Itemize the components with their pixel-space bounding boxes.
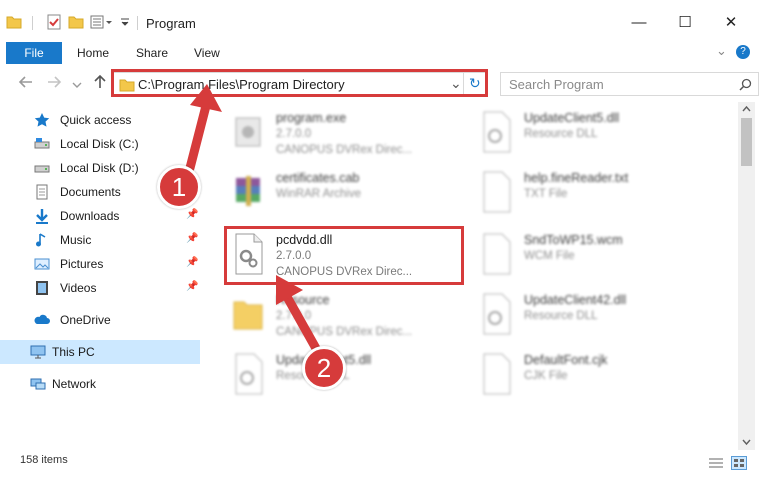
- arrow-1: [185, 84, 222, 173]
- step-1-badge: 1: [157, 165, 201, 209]
- arrow-2: [276, 275, 323, 357]
- step-2-badge: 2: [302, 346, 346, 390]
- arrow-overlay: [185, 84, 323, 357]
